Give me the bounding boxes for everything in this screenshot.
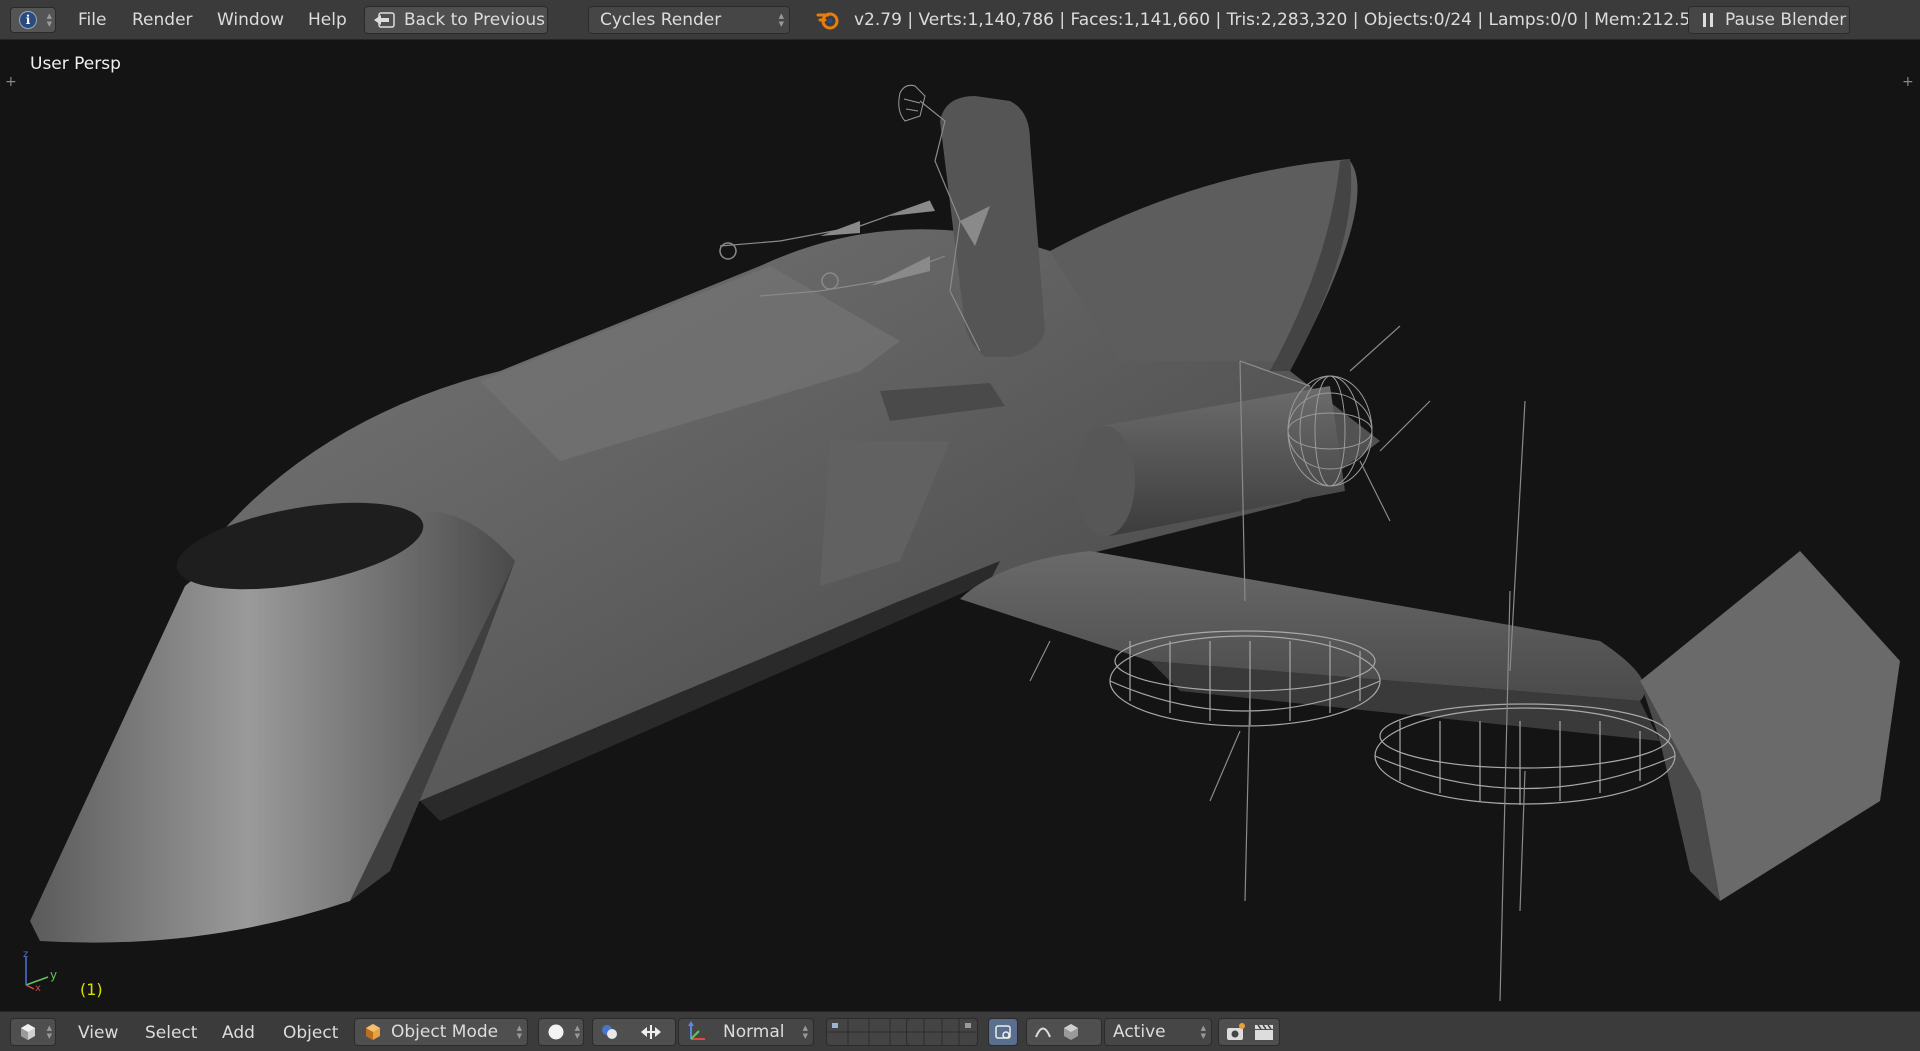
camera-render-icon	[1227, 1023, 1245, 1040]
menu-window[interactable]: Window	[217, 10, 284, 30]
interaction-mode-select[interactable]: Object Mode ▲ ▼	[354, 1018, 528, 1046]
chevron-updown-icon: ▲ ▼	[46, 12, 52, 28]
current-frame-label: (1)	[80, 980, 103, 999]
pause-blender-label: Pause Blender	[1725, 10, 1847, 30]
editor-type-button[interactable]: i ▲ ▼	[10, 7, 56, 33]
proportional-edit-icon	[1035, 1027, 1051, 1038]
blender-logo-icon	[816, 12, 839, 30]
pivot-active-label: Active	[1113, 1022, 1166, 1042]
view3d-header: ▲ ▼ View Select Add Object Object Mode ▲ ▼…	[0, 1011, 1920, 1051]
chevron-updown-icon: ▲ ▼	[46, 1024, 52, 1040]
layers-grid-right[interactable]	[906, 1018, 978, 1046]
chevron-updown-icon: ▲ ▼	[1200, 1024, 1206, 1040]
lock-camera-toggle[interactable]	[988, 1018, 1018, 1046]
menu-add[interactable]: Add	[222, 1023, 255, 1043]
back-to-previous-label: Back to Previous	[404, 10, 545, 30]
object-mode-icon	[366, 1024, 380, 1040]
menu-object[interactable]: Object	[283, 1023, 338, 1043]
editor-type-button[interactable]: ▲ ▼	[10, 1018, 56, 1046]
scene-model	[30, 84, 1900, 1002]
menu-view[interactable]: View	[78, 1023, 118, 1043]
pivot-point-icon	[602, 1025, 617, 1039]
render-engine-select[interactable]: Cycles Render ▲ ▼	[588, 6, 790, 34]
transform-orientation-select[interactable]: Normal ▲ ▼	[678, 1018, 814, 1046]
proportional-editing-group[interactable]	[1026, 1018, 1102, 1046]
info-icon: i	[19, 11, 37, 29]
axis-y-label: y	[50, 968, 57, 982]
pause-blender-button[interactable]: Pause Blender	[1688, 6, 1850, 34]
clapper-icon	[1255, 1024, 1273, 1040]
cube-editor-icon	[21, 1024, 35, 1040]
solid-sphere-icon	[548, 1024, 564, 1040]
menu-select[interactable]: Select	[145, 1023, 197, 1043]
layer-lock-icon	[995, 1025, 1011, 1039]
3d-viewport[interactable]: User Persp + + y x z (1)	[0, 41, 1920, 1011]
snap-element-icon	[1064, 1024, 1078, 1040]
back-arrow-icon	[374, 12, 395, 28]
pivot-active-select[interactable]: Active ▲ ▼	[1104, 1018, 1212, 1046]
scene-stats: v2.79 | Verts:1,140,786 | Faces:1,141,66…	[854, 10, 1716, 30]
axis-gizmo: y x z	[23, 949, 57, 993]
render-engine-label: Cycles Render	[600, 10, 722, 30]
menu-render[interactable]: Render	[132, 10, 193, 30]
render-preview-group[interactable]	[1218, 1018, 1280, 1046]
menu-file[interactable]: File	[78, 10, 106, 30]
pivot-manipulator-group[interactable]	[592, 1018, 676, 1046]
manipulator-icon	[688, 1021, 705, 1040]
transform-orientation-label: Normal	[723, 1022, 785, 1042]
menu-help[interactable]: Help	[308, 10, 347, 30]
layer-grid-icon	[907, 1019, 977, 1045]
chevron-updown-icon: ▲ ▼	[778, 12, 784, 28]
pause-icon	[1703, 13, 1713, 27]
viewport-shading-select[interactable]: ▲ ▼	[538, 1018, 584, 1046]
axis-x-label: x	[35, 983, 41, 993]
info-header: i ▲ ▼ File Render Window Help Back to Pre…	[0, 0, 1920, 40]
axis-z-label: z	[23, 949, 28, 960]
chevron-updown-icon: ▲ ▼	[516, 1024, 522, 1040]
chevron-updown-icon: ▲ ▼	[802, 1024, 808, 1040]
back-to-previous-button[interactable]: Back to Previous	[364, 6, 548, 34]
chevron-updown-icon: ▲ ▼	[574, 1024, 580, 1040]
snap-arrows-icon	[641, 1025, 661, 1039]
interaction-mode-label: Object Mode	[391, 1022, 499, 1042]
